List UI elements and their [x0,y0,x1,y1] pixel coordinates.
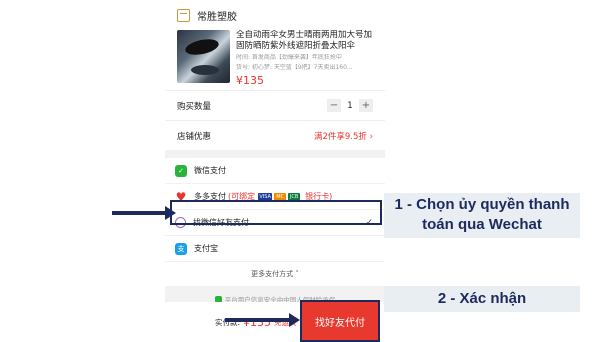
alipay-icon: 支 [175,242,187,255]
product-spec-2: 货号: 初心梦: 天空蓝【9把】7天卖出160... [236,64,353,71]
checkout-screen: 常胜塑胶 全自动雨伞女男士晴雨两用加大号加固防晒防紫外线遮阳折叠太阳伞 时间: … [165,0,385,342]
arrow-step-2 [225,313,300,327]
discount-value: 满2件享9.5折 › [313,131,373,142]
product-thumbnail[interactable] [177,30,230,83]
quantity-value[interactable]: 1 [341,101,359,111]
shop-name: 常胜塑胶 [197,11,237,23]
product-info: 全自动雨伞女男士晴雨两用加大号加固防晒防紫外线遮阳折叠太阳伞 时间: 首发商品【… [236,30,377,84]
payment-label-wechat: 微信支付 [194,166,226,175]
quantity-stepper: − 1 + [327,99,373,112]
quantity-label: 购买数量 [177,101,212,112]
highlight-friend-payment [170,200,382,225]
quantity-plus-button[interactable]: + [359,99,373,112]
payment-label-alipay: 支付宝 [194,244,218,253]
product-spec-1: 时间: 首发商品【劲爆来袭】年底狂抢中 [236,54,342,61]
quantity-row: 购买数量 − 1 + [165,90,385,120]
payment-option-alipay[interactable]: 支 支付宝 [165,236,385,262]
shop-header[interactable]: 常胜塑胶 [165,0,385,30]
ask-friend-pay-button[interactable]: 找好友代付 [300,300,380,342]
wechat-pay-icon: ✓ [175,164,187,177]
arrow-step-1 [112,206,176,220]
quantity-minus-button[interactable]: − [327,99,341,112]
product-price: ¥135 [236,74,264,84]
shop-icon [177,8,190,22]
shop-discount-row[interactable]: 店铺优惠 满2件享9.5折 › [165,120,385,150]
discount-label: 店铺优惠 [177,131,212,142]
product-item[interactable]: 全自动雨伞女男士晴雨两用加大号加固防晒防紫外线遮阳折叠太阳伞 时间: 首发商品【… [165,30,385,90]
payment-option-wechat[interactable]: ✓ 微信支付 [165,158,385,184]
order-card: 常胜塑胶 全自动雨伞女男士晴雨两用加大号加固防晒防紫外线遮阳折叠太阳伞 时间: … [165,0,385,150]
product-title: 全自动雨伞女男士晴雨两用加大号加固防晒防紫外线遮阳折叠太阳伞 [236,30,373,51]
annotation-step-1: 1 - Chọn ủy quyền thanh toán qua Wechat [384,193,580,238]
annotation-step-2: 2 - Xác nhận [384,286,580,312]
more-payment-methods[interactable]: 更多支付方式 ˅ [165,262,385,286]
